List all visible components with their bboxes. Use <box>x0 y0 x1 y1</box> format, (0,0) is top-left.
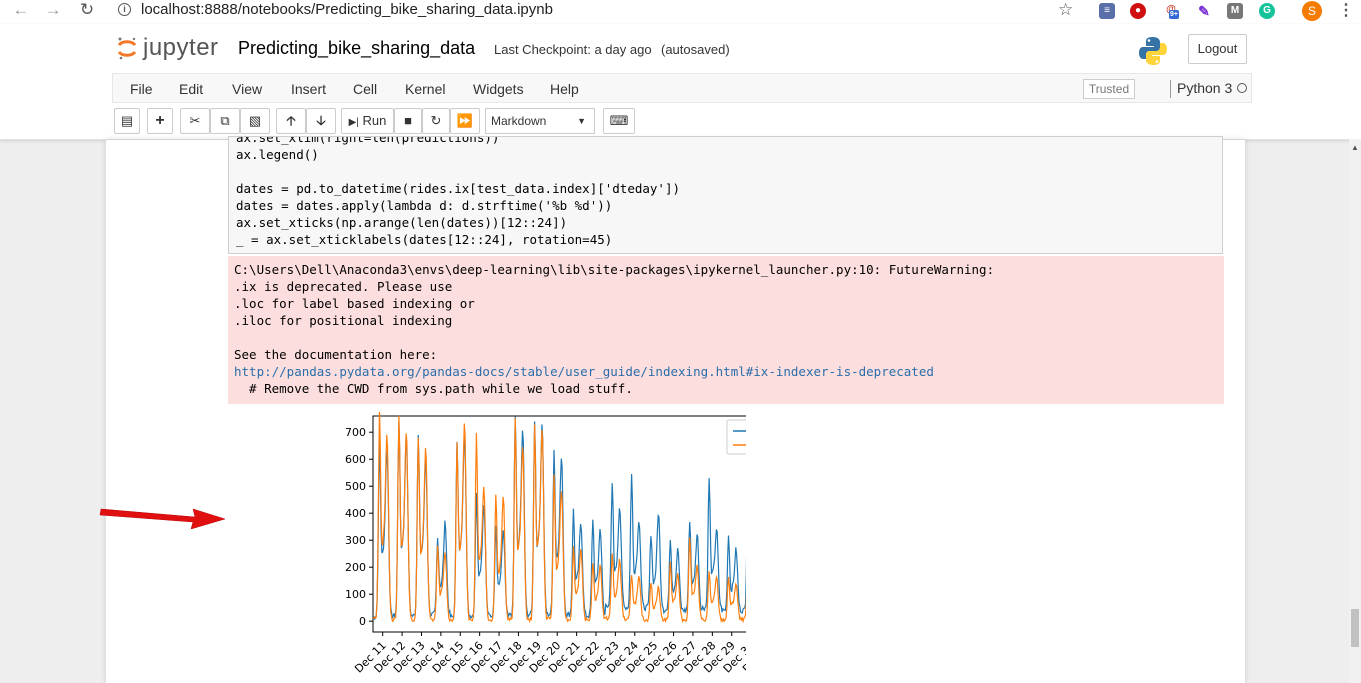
autosave-status: (autosaved) <box>661 42 730 57</box>
jupyter-logo[interactable]: jupyter <box>117 34 227 64</box>
menu-help[interactable]: Help <box>550 81 579 97</box>
code-cell[interactable]: ax.set_xlim(right=len(predictions)) ax.l… <box>228 136 1223 254</box>
save-button[interactable]: ▤ <box>114 108 140 134</box>
m-extension-icon[interactable]: M <box>1227 3 1243 19</box>
logout-button[interactable]: Logout <box>1188 34 1247 64</box>
profile-avatar[interactable]: S <box>1302 1 1322 21</box>
paste-icon: ▧ <box>248 113 262 128</box>
code-line: _ = ax.set_xticklabels(dates[12::24], ro… <box>236 232 613 247</box>
menu-file[interactable]: File <box>130 81 153 97</box>
copy-button[interactable]: ⧉ <box>210 108 240 134</box>
fast-forward-icon: ⏩ <box>456 113 474 128</box>
chevron-down-icon: ▼ <box>577 116 586 126</box>
paste-button[interactable]: ▧ <box>240 108 270 134</box>
y-tick-label: 100 <box>345 588 366 601</box>
code-line: ax.legend() <box>236 147 319 162</box>
python-logo-icon <box>1139 37 1167 65</box>
interrupt-button[interactable]: ■ <box>394 108 422 134</box>
y-tick-label: 300 <box>345 534 366 547</box>
scroll-up-icon[interactable]: ▲ <box>1351 143 1359 152</box>
move-up-button[interactable]: 🡡 <box>276 108 306 134</box>
warning-line: C:\Users\Dell\Anaconda3\envs\deep-learni… <box>234 262 995 277</box>
prediction-chart: 0100200300400500600700Dec 11Dec 12Dec 13… <box>345 412 746 676</box>
extension-icon[interactable]: ≡ <box>1099 3 1115 19</box>
forward-icon[interactable]: → <box>42 0 64 22</box>
menu-bar: File Edit View Insert Cell Kernel Widget… <box>112 73 1252 103</box>
cell-type-value: Markdown <box>491 114 547 128</box>
y-tick-label: 400 <box>345 507 366 520</box>
y-tick-label: 600 <box>345 453 366 466</box>
arrow-up-icon: 🡡 <box>286 113 296 128</box>
documentation-link[interactable]: http://pandas.pydata.org/pandas-docs/sta… <box>234 364 934 379</box>
scissors-icon: ✂ <box>189 113 201 128</box>
save-icon: ▤ <box>120 113 134 128</box>
page-scrollbar[interactable]: ▲ <box>1349 139 1361 683</box>
jupyter-logo-text: jupyter <box>143 34 219 61</box>
code-line: dates = dates.apply(lambda d: d.strftime… <box>236 198 613 213</box>
cut-button[interactable]: ✂ <box>180 108 210 134</box>
jupyter-header: jupyter Predicting_bike_sharing_data Las… <box>0 24 1361 140</box>
kernel-idle-icon <box>1237 83 1247 93</box>
menu-cell[interactable]: Cell <box>353 81 377 97</box>
warning-line: See the documentation here: <box>234 347 438 362</box>
scroll-thumb[interactable] <box>1351 609 1359 647</box>
copy-icon: ⧉ <box>220 113 230 128</box>
menu-widgets[interactable]: Widgets <box>473 81 524 97</box>
pen-extension-icon[interactable]: ✎ <box>1196 3 1212 19</box>
menu-kernel[interactable]: Kernel <box>405 81 445 97</box>
code-line: ax.set_xlim(right=len(predictions)) <box>236 136 500 145</box>
run-button[interactable]: ▶| Run <box>341 108 394 134</box>
notification-extension-icon[interactable]: @9+ <box>1163 2 1179 19</box>
notebook-toolbar: ▤ + ✂ ⧉ ▧ 🡡 🡣 ▶| Run ■ ↻ ⏩ Markdown ▼ ⌨ <box>112 108 1252 136</box>
y-tick-label: 0 <box>359 615 366 628</box>
notebook-name[interactable]: Predicting_bike_sharing_data <box>238 38 475 59</box>
address-bar[interactable]: localhost:8888/notebooks/Predicting_bike… <box>141 1 553 18</box>
stderr-output: C:\Users\Dell\Anaconda3\envs\deep-learni… <box>228 256 1224 404</box>
kernel-name[interactable]: Python 3 <box>1170 80 1232 98</box>
restart-icon: ↻ <box>430 113 442 128</box>
warning-line: .iloc for positional indexing <box>234 313 453 328</box>
warning-line: .ix is deprecated. Please use <box>234 279 453 294</box>
keyboard-icon: ⌨ <box>609 113 629 128</box>
command-palette-button[interactable]: ⌨ <box>603 108 635 134</box>
y-tick-label: 200 <box>345 561 366 574</box>
reload-icon[interactable]: ↻ <box>76 0 98 22</box>
menu-view[interactable]: View <box>232 81 262 97</box>
checkpoint-status: Last Checkpoint: a day ago <box>494 42 652 57</box>
red-arrow-annotation <box>99 508 226 529</box>
adblock-icon[interactable]: ● <box>1130 3 1146 19</box>
site-info-icon[interactable]: i <box>118 3 131 16</box>
warning-line: # Remove the CWD from sys.path while we … <box>234 381 633 396</box>
browser-menu-icon[interactable]: ⋮ <box>1338 0 1354 20</box>
code-line: dates = pd.to_datetime(rides.ix[test_dat… <box>236 181 681 196</box>
insert-cell-button[interactable]: + <box>147 108 173 134</box>
arrow-down-icon: 🡣 <box>316 113 326 128</box>
y-tick-label: 700 <box>345 426 366 439</box>
y-tick-label: 500 <box>345 480 366 493</box>
bookmark-star-icon[interactable]: ☆ <box>1058 0 1073 20</box>
menu-insert[interactable]: Insert <box>291 81 326 97</box>
menu-edit[interactable]: Edit <box>179 81 203 97</box>
trusted-indicator[interactable]: Trusted <box>1083 79 1135 99</box>
plus-icon: + <box>155 112 165 129</box>
run-label: Run <box>362 113 387 128</box>
warning-line: .loc for label based indexing or <box>234 296 475 311</box>
cell-type-select[interactable]: Markdown ▼ <box>485 108 595 134</box>
stop-icon: ■ <box>404 113 412 128</box>
step-forward-icon: ▶| <box>348 117 359 128</box>
code-line: ax.set_xticks(np.arange(len(dates))[12::… <box>236 215 568 230</box>
restart-run-all-button[interactable]: ⏩ <box>450 108 480 134</box>
move-down-button[interactable]: 🡣 <box>306 108 336 134</box>
back-icon[interactable]: ← <box>10 0 32 22</box>
restart-button[interactable]: ↻ <box>422 108 450 134</box>
extension-badge: 9+ <box>1169 10 1179 19</box>
browser-toolbar: ← → ↻ i localhost:8888/notebooks/Predict… <box>0 0 1361 24</box>
jupyter-logo-icon <box>117 37 137 60</box>
notebook-container: ax.set_xlim(right=len(predictions)) ax.l… <box>106 136 1245 683</box>
grammarly-icon[interactable]: G <box>1259 3 1275 19</box>
legend-box <box>726 419 746 455</box>
